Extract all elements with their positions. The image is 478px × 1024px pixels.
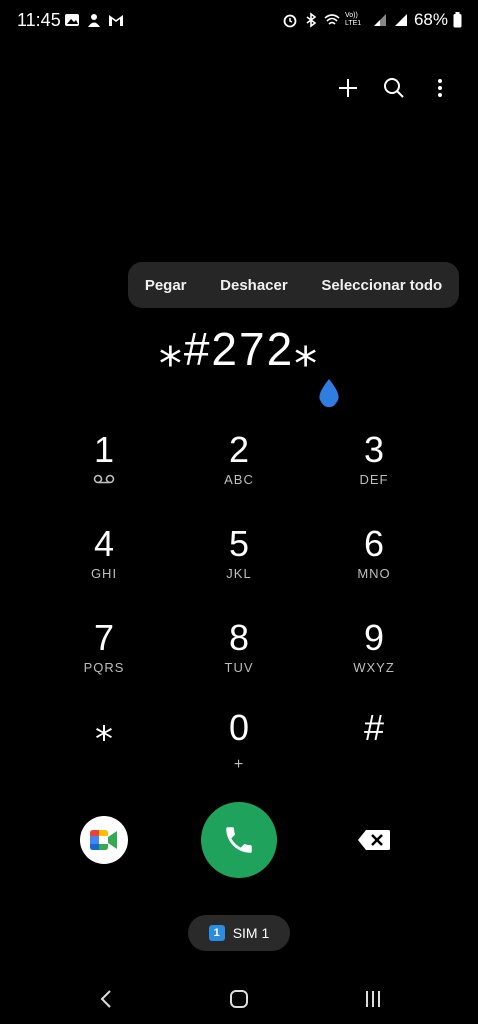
dial-key-1[interactable]: 2 ABC [179, 430, 299, 510]
wifi-icon [324, 14, 340, 25]
key-letters: MNO [357, 566, 391, 581]
alarm-icon [283, 14, 297, 28]
home-button[interactable] [219, 984, 259, 1014]
key-digit: 9 [363, 617, 385, 658]
phone-icon [226, 827, 252, 853]
voicemail-icon [44, 472, 164, 487]
navigation-bar [0, 976, 478, 1020]
signal-icon-2 [394, 14, 407, 26]
key-digit: # [363, 707, 385, 748]
home-icon [230, 990, 248, 1008]
video-call-button[interactable] [80, 816, 128, 864]
key-letters: JKL [226, 566, 252, 581]
key-letters: PQRS [83, 660, 125, 675]
bluetooth-icon [306, 12, 317, 28]
key-digit: 8 [228, 617, 250, 658]
paste-option[interactable]: Pegar [139, 277, 193, 294]
status-left-icons [64, 12, 124, 28]
dialed-number[interactable]: ⁎#272⁎ [0, 322, 478, 376]
gmail-icon [109, 15, 123, 26]
recents-button[interactable] [353, 984, 393, 1014]
key-letters: TUV [224, 660, 254, 675]
dial-key-10[interactable]: 0 + [179, 708, 299, 788]
text-context-menu: Pegar Deshacer Seleccionar todo [128, 262, 459, 308]
sim-selector[interactable]: 1 SIM 1 [188, 915, 290, 951]
back-button[interactable] [86, 984, 126, 1014]
gallery-icon [65, 14, 79, 26]
key-letters: WXYZ [353, 660, 395, 675]
text-cursor-handle[interactable] [316, 378, 342, 408]
volte-label: Vo)) LTE1 [344, 12, 362, 27]
dial-key-5[interactable]: 6 MNO [314, 524, 434, 604]
dial-key-4[interactable]: 5 JKL [179, 524, 299, 604]
key-digit: 0 [228, 707, 250, 748]
meet-icon [90, 830, 117, 850]
dial-key-3[interactable]: 4 GHI [44, 524, 164, 604]
plus-icon [339, 79, 357, 97]
status-right-icons: Vo)) LTE1 68% [282, 10, 462, 30]
status-bar: 11:45 Vo)) LTE1 68% [0, 0, 478, 44]
delete-button[interactable] [352, 820, 396, 860]
more-vert-icon [438, 79, 442, 97]
more-options-button[interactable] [426, 72, 454, 104]
dial-key-7[interactable]: 8 TUV [179, 618, 299, 698]
key-digit: 6 [363, 523, 385, 564]
dial-key-11[interactable]: # [314, 708, 434, 788]
key-digit: ⁎ [95, 707, 113, 748]
dial-key-9[interactable]: ⁎ [44, 708, 164, 788]
key-digit: 5 [228, 523, 250, 564]
undo-option[interactable]: Deshacer [214, 277, 294, 294]
key-digit: 4 [93, 523, 115, 564]
status-time: 11:45 [17, 10, 61, 30]
dial-key-0[interactable]: 1 [44, 430, 164, 510]
signal-icon [373, 14, 386, 26]
battery-icon [453, 12, 462, 28]
search-button[interactable] [380, 72, 408, 104]
key-digit: 3 [363, 429, 385, 470]
key-digit: 7 [93, 617, 115, 658]
sim-badge: 1 [208, 925, 225, 941]
dial-key-2[interactable]: 3 DEF [314, 430, 434, 510]
backspace-icon [358, 830, 390, 850]
key-digit: 1 [93, 429, 115, 470]
key-digit: 2 [228, 429, 250, 470]
key-letters: GHI [90, 566, 118, 581]
key-letters: + [233, 756, 245, 773]
key-letters: ABC [224, 472, 254, 487]
dial-key-6[interactable]: 7 PQRS [44, 618, 164, 698]
user-icon [88, 14, 100, 27]
sim-label: SIM 1 [232, 925, 270, 941]
battery-percent: 68% [413, 10, 448, 29]
back-icon [100, 990, 111, 1008]
add-contact-button[interactable] [334, 72, 362, 104]
search-icon [384, 78, 404, 98]
key-letters: DEF [359, 472, 389, 487]
call-button[interactable] [201, 802, 277, 878]
dial-key-8[interactable]: 9 WXYZ [314, 618, 434, 698]
top-toolbar [334, 72, 454, 104]
recents-icon [366, 991, 380, 1007]
select-all-option[interactable]: Seleccionar todo [315, 277, 448, 294]
